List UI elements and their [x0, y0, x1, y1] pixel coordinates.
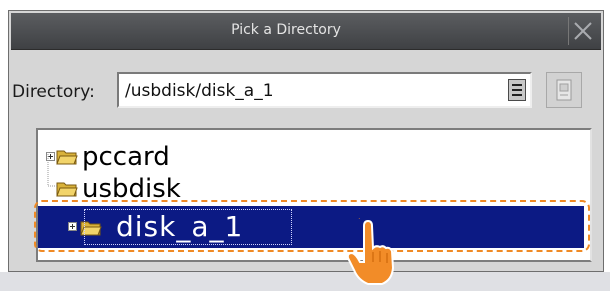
title-bar[interactable]: Pick a Directory: [11, 13, 601, 50]
bottom-strip: [0, 272, 610, 291]
tree-item-label: pccard: [82, 142, 170, 172]
close-icon: [574, 22, 592, 40]
tree-item-pccard[interactable]: pccard: [44, 142, 344, 172]
selection-highlight: [34, 200, 590, 252]
new-folder-icon: [556, 79, 572, 101]
close-button[interactable]: [568, 17, 597, 45]
dropdown-button[interactable]: [508, 79, 526, 101]
directory-value[interactable]: /usbdisk/disk_a_1: [125, 81, 274, 101]
new-folder-button[interactable]: [546, 72, 582, 108]
hand-pointer-icon: [346, 218, 395, 285]
directory-combobox[interactable]: /usbdisk/disk_a_1: [117, 72, 532, 108]
dialog-title: Pick a Directory: [231, 22, 341, 38]
dropdown-icon: [512, 84, 522, 86]
directory-label: Directory:: [12, 82, 95, 102]
